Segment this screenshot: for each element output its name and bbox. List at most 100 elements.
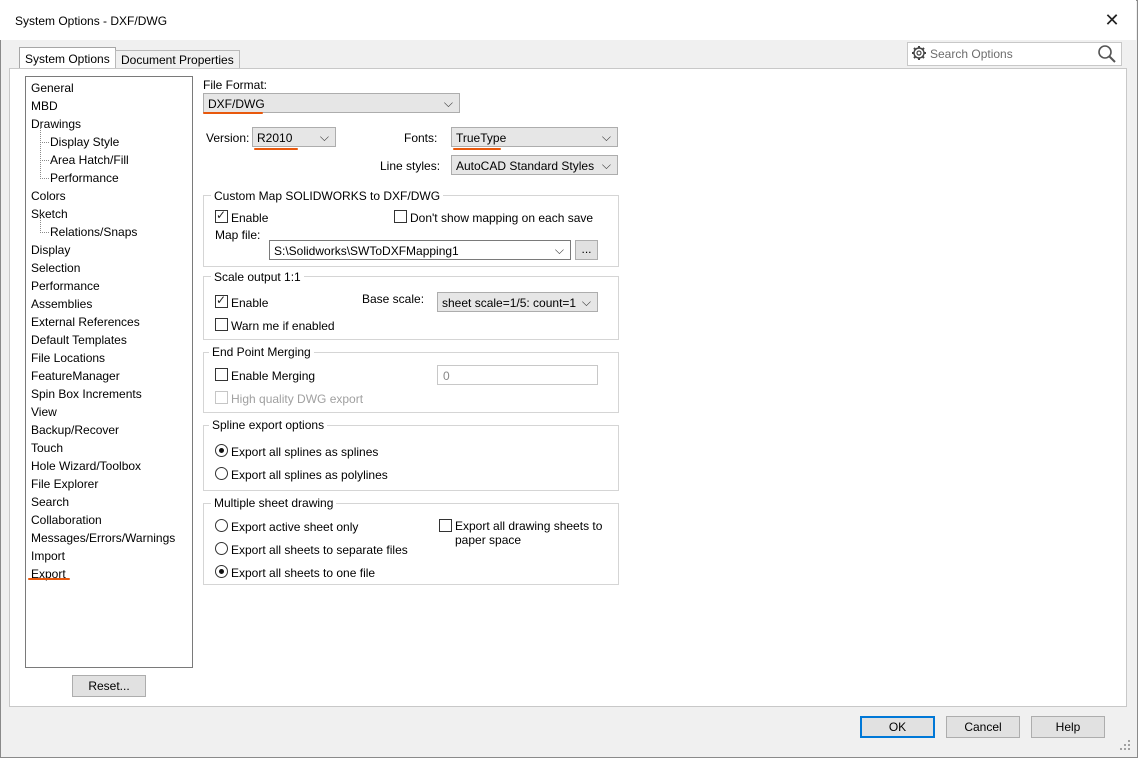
- tree-item-assemblies[interactable]: Assemblies: [31, 295, 92, 313]
- dont-show-mapping-label: Don't show mapping on each save: [410, 211, 594, 225]
- tree-item-file-locations[interactable]: File Locations: [31, 349, 105, 367]
- tree-item-performance[interactable]: Performance: [40, 160, 119, 187]
- reset-button[interactable]: Reset...: [72, 675, 146, 697]
- tree-item-hole-wizard-toolbox[interactable]: Hole Wizard/Toolbox: [31, 457, 141, 475]
- spline-as-polylines-radio[interactable]: [215, 467, 228, 480]
- warn-me-label: Warn me if enabled: [231, 319, 335, 333]
- separate-files-label: Export all sheets to separate files: [231, 543, 408, 557]
- annotation-underline-fonts: [453, 148, 501, 150]
- scale-output-title: Scale output 1:1: [211, 270, 304, 284]
- tree-item-default-templates[interactable]: Default Templates: [31, 331, 127, 349]
- tree-item-display[interactable]: Display: [31, 241, 70, 259]
- map-file-label: Map file:: [215, 228, 261, 242]
- version-value: R2010: [257, 131, 293, 145]
- tree-item-mbd[interactable]: MBD: [31, 97, 58, 115]
- tree-item-selection[interactable]: Selection: [31, 259, 80, 277]
- tree-item-drawings[interactable]: Drawings: [31, 115, 81, 133]
- ok-button[interactable]: OK: [860, 716, 935, 738]
- tree-item-area-hatch-fill[interactable]: Area Hatch/Fill: [40, 142, 129, 169]
- base-scale-label: Base scale:: [362, 292, 425, 306]
- merging-value-input[interactable]: 0: [437, 365, 598, 385]
- tree-item-search[interactable]: Search: [31, 493, 69, 511]
- chevron-down-icon: ⌵: [601, 130, 611, 144]
- tree-item-colors[interactable]: Colors: [31, 187, 66, 205]
- high-quality-dwg-label: High quality DWG export: [231, 392, 364, 406]
- dont-show-mapping-checkbox[interactable]: [394, 210, 407, 223]
- map-file-value: S:\Solidworks\SWToDXFMapping1: [274, 244, 459, 258]
- annotation-underline-export: [28, 578, 70, 580]
- multiple-sheet-title: Multiple sheet drawing: [211, 496, 337, 510]
- tree-item-touch[interactable]: Touch: [31, 439, 63, 457]
- tab-system-options[interactable]: System Options: [19, 47, 116, 70]
- chevron-down-icon: ⌵: [581, 295, 591, 309]
- custom-map-enable-checkbox[interactable]: [215, 208, 228, 223]
- version-label: Version:: [206, 131, 250, 145]
- help-button[interactable]: Help: [1031, 716, 1105, 738]
- close-icon[interactable]: ✕: [1100, 8, 1124, 32]
- annotation-underline-format: [203, 112, 263, 114]
- tree-item-relations-snaps[interactable]: Relations/Snaps: [39, 214, 137, 241]
- paper-space-label-line2: paper space: [455, 533, 522, 547]
- file-format-value: DXF/DWG: [208, 97, 265, 111]
- tree-item-external-references[interactable]: External References: [31, 313, 140, 331]
- tree-item-export[interactable]: Export: [31, 565, 66, 583]
- tree-item-messages-errors-warnings[interactable]: Messages/Errors/Warnings: [31, 529, 175, 547]
- browse-button[interactable]: ...: [575, 240, 598, 260]
- line-styles-select[interactable]: AutoCAD Standard Styles ⌵: [451, 155, 618, 175]
- chevron-down-icon: ⌵: [554, 243, 564, 257]
- line-styles-label: Line styles:: [380, 159, 441, 173]
- separate-files-radio[interactable]: [215, 542, 228, 555]
- tree-item-sketch[interactable]: Sketch: [31, 205, 68, 223]
- fonts-select[interactable]: TrueType ⌵: [451, 127, 618, 147]
- search-input[interactable]: Search Options: [930, 47, 1013, 61]
- enable-merging-checkbox[interactable]: [215, 368, 228, 381]
- fonts-label: Fonts:: [404, 131, 438, 145]
- warn-me-checkbox[interactable]: [215, 318, 228, 331]
- tree-item-performance[interactable]: Performance: [31, 277, 100, 295]
- window-title: System Options - DXF/DWG: [15, 14, 168, 28]
- one-file-label: Export all sheets to one file: [231, 566, 376, 580]
- spline-as-splines-radio[interactable]: [215, 444, 228, 457]
- spline-as-polylines-label: Export all splines as polylines: [231, 468, 388, 482]
- scale-enable-checkbox[interactable]: [215, 293, 228, 308]
- resize-grip-icon[interactable]: [1118, 738, 1132, 752]
- base-scale-select[interactable]: sheet scale=1/5: count=1 ⌵: [437, 292, 598, 312]
- end-point-merging-title: End Point Merging: [209, 345, 314, 359]
- tree-item-file-explorer[interactable]: File Explorer: [31, 475, 98, 493]
- tree-item-backup-recover[interactable]: Backup/Recover: [31, 421, 119, 439]
- search-options-box[interactable]: Search Options: [907, 42, 1122, 66]
- tree-item-import[interactable]: Import: [31, 547, 65, 565]
- file-format-label: File Format:: [203, 78, 268, 92]
- tree-item-display-style[interactable]: Display Style: [39, 124, 119, 151]
- tab-document-properties[interactable]: Document Properties: [115, 50, 240, 69]
- one-file-radio[interactable]: [215, 565, 228, 578]
- tree-item-general[interactable]: General: [31, 79, 74, 97]
- gear-icon[interactable]: [911, 45, 927, 61]
- tree-item-spin-box-increments[interactable]: Spin Box Increments: [31, 385, 142, 403]
- version-select[interactable]: R2010 ⌵: [252, 127, 336, 147]
- map-file-select[interactable]: S:\Solidworks\SWToDXFMapping1 ⌵: [269, 240, 571, 260]
- spline-export-title: Spline export options: [209, 418, 328, 432]
- enable-merging-label: Enable Merging: [231, 369, 316, 383]
- custom-map-enable-label: Enable: [231, 211, 269, 225]
- base-scale-value: sheet scale=1/5: count=1: [442, 296, 577, 310]
- chevron-down-icon: ⌵: [601, 158, 611, 172]
- file-format-select[interactable]: DXF/DWG ⌵: [203, 93, 460, 113]
- chevron-down-icon: ⌵: [443, 96, 453, 110]
- tree-item-collaboration[interactable]: Collaboration: [31, 511, 102, 529]
- title-bar: [0, 0, 1136, 40]
- active-sheet-only-radio[interactable]: [215, 519, 228, 532]
- search-icon[interactable]: [1097, 44, 1117, 64]
- active-sheet-only-label: Export active sheet only: [231, 520, 359, 534]
- tree-item-featuremanager[interactable]: FeatureManager: [31, 367, 120, 385]
- paper-space-checkbox[interactable]: [439, 519, 452, 532]
- paper-space-label-line1: Export all drawing sheets to: [455, 519, 603, 533]
- spline-as-splines-label: Export all splines as splines: [231, 445, 379, 459]
- line-styles-value: AutoCAD Standard Styles: [456, 159, 595, 173]
- chevron-down-icon: ⌵: [319, 130, 329, 144]
- high-quality-dwg-checkbox[interactable]: [215, 391, 228, 404]
- cancel-button[interactable]: Cancel: [946, 716, 1020, 738]
- tree-item-view[interactable]: View: [31, 403, 57, 421]
- scale-enable-label: Enable: [231, 296, 269, 310]
- fonts-value: TrueType: [456, 131, 507, 145]
